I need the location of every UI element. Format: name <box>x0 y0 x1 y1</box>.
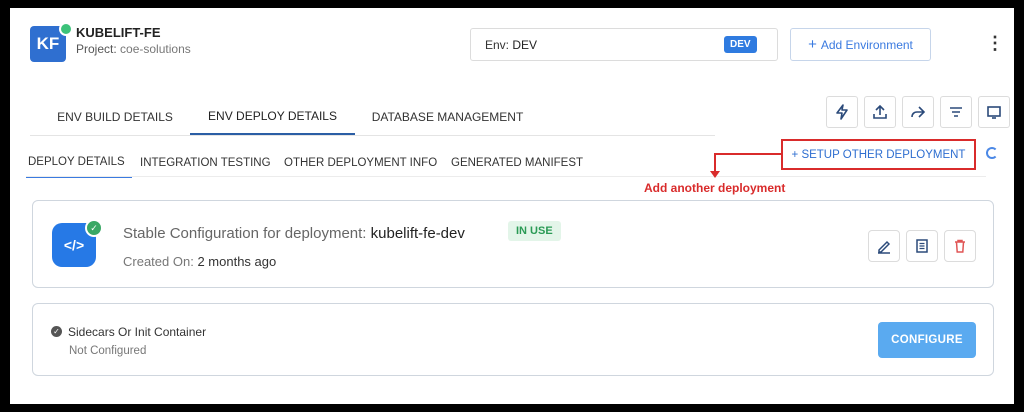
more-menu-icon[interactable]: ⋮ <box>986 34 1004 52</box>
subtabs-divider <box>26 176 986 177</box>
deployment-title-prefix: Stable Configuration for deployment: <box>123 225 367 242</box>
tab-env-deploy-details[interactable]: ENV DEPLOY DETAILS <box>190 98 355 136</box>
app-frame: KF KUBELIFT-FE Project: coe-solutions En… <box>10 8 1014 404</box>
deployment-name: kubelift-fe-dev <box>370 225 465 242</box>
app-title: KUBELIFT-FE <box>76 25 161 40</box>
upload-button[interactable] <box>864 96 896 128</box>
created-label: Created On: <box>123 254 194 269</box>
delete-button[interactable] <box>944 230 976 262</box>
refresh-icon[interactable] <box>986 147 998 159</box>
annotation-arrow-icon <box>710 171 720 178</box>
in-use-badge: IN USE <box>508 221 561 241</box>
project-value: coe-solutions <box>120 42 191 56</box>
setup-other-deployment-button[interactable]: + SETUP OTHER DEPLOYMENT <box>781 139 976 170</box>
subtab-generated-manifest[interactable]: GENERATED MANIFEST <box>451 148 583 178</box>
share-icon <box>911 106 926 118</box>
plus-icon: + <box>808 36 817 53</box>
lightning-icon <box>836 104 848 120</box>
edit-button[interactable] <box>868 230 900 262</box>
deployment-title: Stable Configuration for deployment: kub… <box>123 225 465 242</box>
created-value: 2 months ago <box>197 254 277 269</box>
filter-button[interactable] <box>940 96 972 128</box>
preview-button[interactable] <box>978 96 1010 128</box>
tab-database-management[interactable]: DATABASE MANAGEMENT <box>355 98 540 136</box>
document-icon <box>916 239 928 253</box>
env-value: DEV <box>512 38 538 52</box>
environment-select[interactable]: Env: DEV DEV <box>470 28 778 61</box>
delete-icon <box>955 239 965 253</box>
created-on: Created On: 2 months ago <box>123 254 276 269</box>
check-circle-icon: ✓ <box>51 326 62 337</box>
tabs-divider <box>30 135 715 136</box>
subtab-deploy-details[interactable]: DEPLOY DETAILS <box>26 148 132 178</box>
view-document-button[interactable] <box>906 230 938 262</box>
subtab-other-deployment-info[interactable]: OTHER DEPLOYMENT INFO <box>284 148 437 178</box>
edit-icon <box>878 240 891 254</box>
sidecar-title: Sidecars Or Init Container <box>68 325 207 339</box>
sidecar-status: Not Configured <box>69 345 147 357</box>
annotation-text: Add another deployment <box>644 181 786 195</box>
env-label: Env: DEV <box>485 38 537 52</box>
sidecar-card: ✓ Sidecars Or Init Container Not Configu… <box>32 303 994 376</box>
env-label-text: Env: <box>485 38 510 52</box>
annotation-line <box>715 153 781 155</box>
add-environment-label: Add Environment <box>820 37 913 52</box>
lightning-button[interactable] <box>826 96 858 128</box>
env-badge: DEV <box>724 36 757 53</box>
filter-icon <box>950 107 962 117</box>
project-label: Project: <box>76 42 117 56</box>
project-info: Project: coe-solutions <box>76 42 191 56</box>
check-icon: ✓ <box>85 219 103 237</box>
tab-env-build-details[interactable]: ENV BUILD DETAILS <box>40 98 190 136</box>
share-button[interactable] <box>902 96 934 128</box>
online-status-dot <box>59 22 73 36</box>
annotation-line-vertical <box>714 153 716 173</box>
configure-button[interactable]: CONFIGURE <box>878 322 976 358</box>
preview-icon <box>987 106 1001 119</box>
upload-icon <box>873 104 887 119</box>
add-environment-button[interactable]: + Add Environment <box>790 28 931 61</box>
deployment-card: </> ✓ Stable Configuration for deploymen… <box>32 200 994 288</box>
subtab-integration-testing[interactable]: INTEGRATION TESTING <box>140 148 271 178</box>
